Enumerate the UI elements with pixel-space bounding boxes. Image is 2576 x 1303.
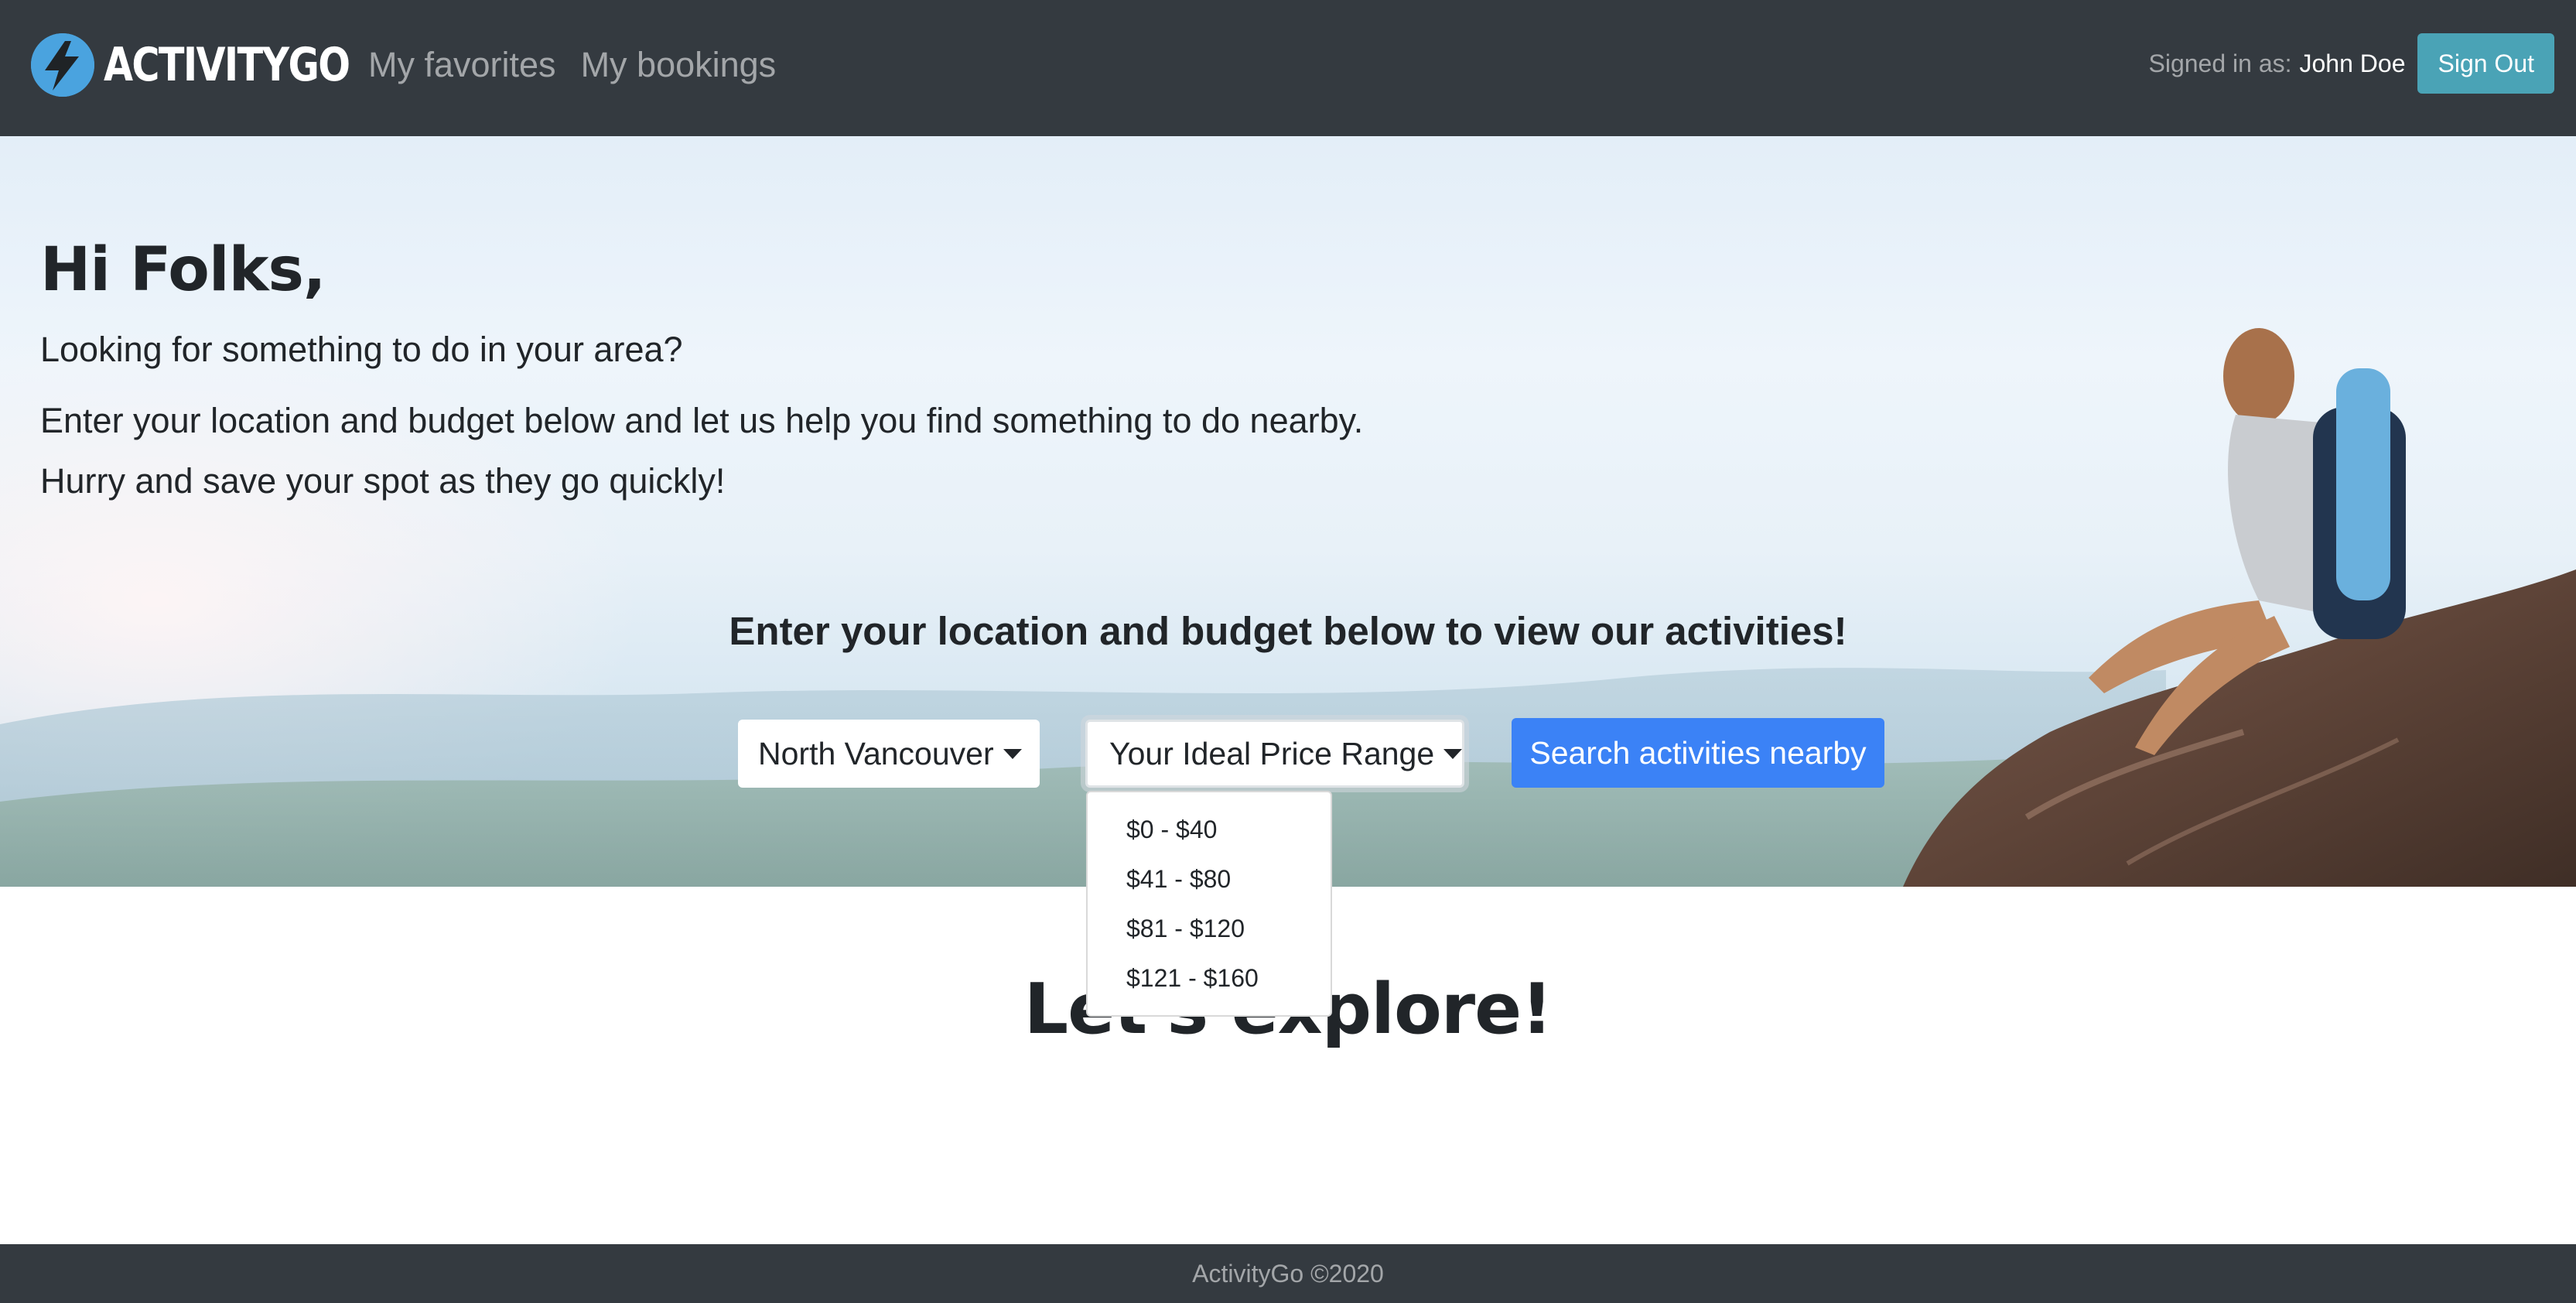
user-area: Signed in as: John Doe Sign Out <box>2148 33 2554 94</box>
price-option-81-120[interactable]: $81 - $120 <box>1088 904 1331 953</box>
caret-down-icon <box>1443 748 1463 759</box>
price-option-41-80[interactable]: $41 - $80 <box>1088 854 1331 904</box>
top-navbar: ACTIVITYGO My favorites My bookings Sign… <box>0 0 2576 136</box>
signed-in-label: Signed in as: <box>2148 49 2292 77</box>
price-range-dropdown-label: Your Ideal Price Range <box>1109 735 1435 771</box>
footer: ActivityGo ©2020 <box>0 1244 2576 1303</box>
footer-copyright: ActivityGo ©2020 <box>1192 1260 1384 1288</box>
hero-paragraph-2: Hurry and save your spot as they go quic… <box>40 461 726 501</box>
location-dropdown[interactable]: North Vancouver <box>738 720 1040 788</box>
hero-paragraph-1: Enter your location and budget below and… <box>40 401 1364 440</box>
sign-out-button[interactable]: Sign Out <box>2417 33 2554 94</box>
location-dropdown-label: North Vancouver <box>758 735 994 771</box>
nav-link-my-bookings[interactable]: My bookings <box>581 40 777 90</box>
brand[interactable]: ACTIVITYGO <box>31 32 403 97</box>
nav-link-my-favorites[interactable]: My favorites <box>368 40 556 90</box>
signed-in-user-name: John Doe <box>2299 49 2406 77</box>
hero-banner: Hi Folks, Looking for something to do in… <box>0 136 2576 887</box>
hero-title: Hi Folks, <box>40 235 326 305</box>
nav-links: My favorites My bookings <box>368 40 776 90</box>
search-heading: Enter your location and budget below to … <box>729 609 1847 653</box>
caret-down-icon <box>1003 748 1022 759</box>
brand-name: ACTIVITYGO <box>104 38 350 92</box>
lightning-bolt-icon <box>31 33 94 97</box>
price-option-0-40[interactable]: $0 - $40 <box>1088 805 1331 854</box>
price-range-dropdown[interactable]: Your Ideal Price Range <box>1085 720 1464 788</box>
search-activities-button[interactable]: Search activities nearby <box>1512 718 1884 788</box>
price-option-121-160[interactable]: $121 - $160 <box>1088 953 1331 1003</box>
hero-subtitle: Looking for something to do in your area… <box>40 330 683 369</box>
price-range-menu: $0 - $40 $41 - $80 $81 - $120 $121 - $16… <box>1086 791 1332 1017</box>
